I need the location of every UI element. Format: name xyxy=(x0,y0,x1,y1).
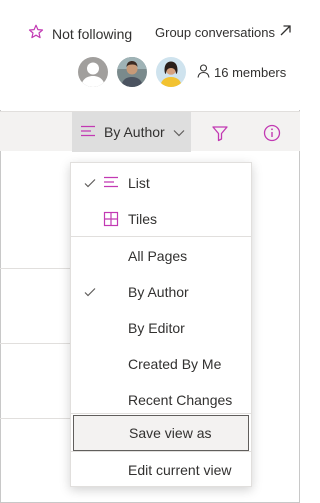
menu-item-label: List xyxy=(128,175,150,191)
menu-item-tiles[interactable]: Tiles xyxy=(71,201,251,237)
members-label: 16 members xyxy=(214,64,287,80)
view-dropdown-menu: List Tiles All Pages By Author By Editor… xyxy=(70,162,252,487)
avatar-placeholder[interactable] xyxy=(78,57,108,87)
menu-item-edit-current-view[interactable]: Edit current view xyxy=(71,452,251,488)
list-row-divider xyxy=(0,343,70,344)
menu-item-label: By Editor xyxy=(128,320,185,336)
menu-divider xyxy=(71,236,251,237)
group-conversations-link[interactable]: Group conversations xyxy=(155,24,292,40)
menu-item-by-author[interactable]: By Author xyxy=(71,274,251,310)
person-icon xyxy=(197,63,210,81)
group-conversations-label: Group conversations xyxy=(155,24,275,40)
info-icon xyxy=(263,124,281,142)
site-header: Not following Group conversations 16 mem… xyxy=(0,0,300,110)
menu-item-by-editor[interactable]: By Editor xyxy=(71,310,251,346)
view-selector-button[interactable]: By Author xyxy=(72,112,191,152)
menu-item-all-pages[interactable]: All Pages xyxy=(71,238,251,274)
arrow-up-right-icon xyxy=(279,24,292,40)
checkmark-icon xyxy=(83,285,97,299)
menu-item-label: Tiles xyxy=(128,211,158,227)
menu-item-label: Edit current view xyxy=(128,462,232,478)
star-icon xyxy=(28,24,44,43)
menu-item-label: Save view as xyxy=(129,425,212,441)
filter-button[interactable] xyxy=(210,123,230,143)
list-lines-icon xyxy=(80,124,96,141)
list-row-divider xyxy=(0,268,70,269)
avatar-member-1[interactable] xyxy=(117,57,147,87)
menu-item-save-view-as[interactable]: Save view as xyxy=(73,415,249,451)
info-button[interactable] xyxy=(262,123,282,143)
list-row-divider xyxy=(0,418,70,419)
menu-item-label: Created By Me xyxy=(128,356,222,372)
menu-item-created-by-me[interactable]: Created By Me xyxy=(71,346,251,382)
view-selector-label: By Author xyxy=(104,124,165,140)
avatar-member-2[interactable] xyxy=(156,57,186,87)
checkmark-icon xyxy=(83,176,97,190)
follow-label: Not following xyxy=(52,25,133,42)
chevron-down-icon xyxy=(173,124,185,140)
menu-divider xyxy=(71,413,251,414)
follow-button[interactable]: Not following xyxy=(28,24,132,43)
menu-item-list[interactable]: List xyxy=(71,165,251,201)
command-bar: By Author xyxy=(0,111,300,152)
menu-item-label: All Pages xyxy=(128,248,188,264)
members-count[interactable]: 16 members xyxy=(197,63,287,81)
list-icon xyxy=(103,175,119,191)
menu-item-label: Recent Changes xyxy=(128,392,233,408)
members-area: 16 members xyxy=(78,57,286,87)
filter-icon xyxy=(212,126,228,142)
tiles-icon xyxy=(103,211,119,227)
menu-item-label: By Author xyxy=(128,284,189,300)
